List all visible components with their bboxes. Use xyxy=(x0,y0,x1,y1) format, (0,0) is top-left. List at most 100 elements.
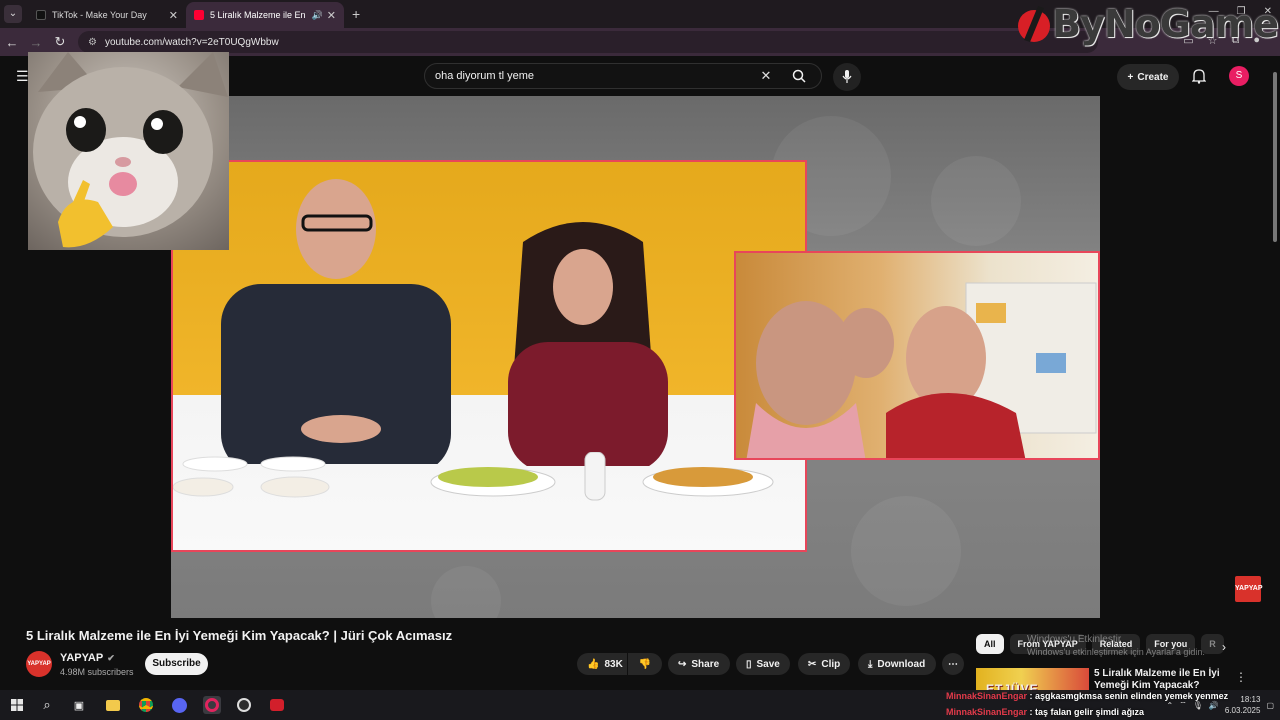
download-icon: ⤓ xyxy=(868,658,873,670)
save-button[interactable]: ▯ Save xyxy=(736,653,790,675)
bookmark-icon: ▯ xyxy=(746,658,752,670)
chat-text: : taş falan gelir şimdi ağıza xyxy=(1029,707,1145,717)
more-icon: ⋯ xyxy=(948,658,958,670)
tab-title: TikTok - Make Your Day xyxy=(52,10,147,20)
like-button[interactable]: 👍 83K xyxy=(577,653,627,675)
host-woman-figure xyxy=(508,222,668,466)
close-tab-icon[interactable]: ✕ xyxy=(169,9,178,22)
clip-button[interactable]: ✂ Clip xyxy=(798,653,850,675)
notification-center-icon[interactable]: ▢ xyxy=(1266,701,1274,710)
taskbar-search-icon[interactable]: ⌕ xyxy=(38,696,56,714)
background-bokeh xyxy=(431,566,501,618)
voice-search-button[interactable] xyxy=(833,63,861,91)
tiktok-icon xyxy=(36,10,46,20)
chrome-icon[interactable] xyxy=(137,696,155,714)
site-settings-icon[interactable]: ⚙ xyxy=(88,37,97,48)
file-explorer-icon[interactable] xyxy=(104,696,122,714)
task-view-icon[interactable]: ▣ xyxy=(70,696,88,714)
chip-for-you[interactable]: For you xyxy=(1146,634,1196,654)
host-man-figure xyxy=(221,179,451,464)
page-scrollbar[interactable] xyxy=(1272,64,1278,692)
like-count: 83K xyxy=(604,658,623,670)
bell-icon xyxy=(1191,69,1207,84)
subscribe-button[interactable]: Subscribe xyxy=(145,653,208,675)
app-red-icon[interactable] xyxy=(268,696,286,714)
microphone-icon xyxy=(842,70,852,83)
forward-icon[interactable]: → xyxy=(24,35,48,50)
clear-search-icon[interactable]: ✕ xyxy=(755,68,777,84)
youtube-icon xyxy=(194,10,204,20)
plus-icon: + xyxy=(1127,71,1134,83)
tab-title: 5 Liralık Malzeme ile En İyi xyxy=(210,10,308,20)
cat-overlay-image xyxy=(28,52,229,250)
channel-watermark-logo[interactable]: YAPYAP xyxy=(1235,576,1263,602)
chevron-right-icon[interactable]: › xyxy=(1222,640,1226,654)
scrollbar-thumb[interactable] xyxy=(1273,72,1277,242)
clip-label: Clip xyxy=(821,658,841,670)
chip-from-channel[interactable]: From YAPYAP xyxy=(1009,634,1086,654)
search-icon xyxy=(792,69,806,83)
channel-avatar[interactable]: YAPYAP xyxy=(26,651,52,677)
save-label: Save xyxy=(756,658,780,670)
create-label: Create xyxy=(1137,71,1169,83)
share-icon: ↪ xyxy=(678,658,687,670)
url-text: youtube.com/watch?v=2eT0UQgWbbw xyxy=(104,36,279,48)
subscriber-count: 4.98M subscribers xyxy=(60,667,134,677)
channel-name[interactable]: YAPYAP ✔ xyxy=(60,652,115,664)
opera-gx-icon[interactable] xyxy=(203,696,221,714)
channel-name-text: YAPYAP xyxy=(60,652,104,664)
discord-icon[interactable] xyxy=(170,696,188,714)
download-button[interactable]: ⤓ Download xyxy=(858,653,936,675)
bynogame-logo: ByNoGame xyxy=(1016,2,1279,46)
background-bokeh xyxy=(851,496,961,606)
chip-related[interactable]: Related xyxy=(1091,634,1141,654)
search-button[interactable] xyxy=(777,64,821,88)
reaction-cam-frame xyxy=(734,251,1100,460)
account-avatar[interactable]: S xyxy=(1229,66,1249,86)
chat-username: MinnakSinanEngar xyxy=(946,691,1028,701)
menu-icon[interactable]: ☰ xyxy=(16,68,29,85)
clock-time: 18:13 xyxy=(1240,695,1261,704)
background-bokeh xyxy=(931,156,1021,246)
video-title: 5 Liralık Malzeme ile En İyi Yemeği Kim … xyxy=(26,628,453,643)
filter-chips: All From YAPYAP Related For you R xyxy=(976,634,1224,654)
close-tab-icon[interactable]: ✕ xyxy=(327,9,336,22)
chat-text: : aşgkasmgkmsa senin elinden yemek yenme… xyxy=(1029,691,1229,701)
share-button[interactable]: ↪ Share xyxy=(668,653,730,675)
back-icon[interactable]: ← xyxy=(0,35,24,50)
verified-icon: ✔ xyxy=(107,652,115,663)
chat-message: MinnakSinanEngar : taş falan gelir şimdi… xyxy=(946,704,1228,720)
share-label: Share xyxy=(691,658,720,670)
search-box[interactable]: oha diyorum tl yeme ✕ xyxy=(424,63,822,89)
tab-search-icon[interactable]: ⌄ xyxy=(4,5,22,23)
thumbs-up-icon: 👍 xyxy=(587,658,600,670)
obs-icon[interactable] xyxy=(235,696,253,714)
tab-youtube[interactable]: 5 Liralık Malzeme ile En İyi 🔊 ✕ xyxy=(186,2,344,28)
logo-text: ByNoGame xyxy=(1052,2,1279,46)
notifications-button[interactable] xyxy=(1191,68,1207,89)
chat-message: MinnakSinanEngar : aşgkasmgkmsa senin el… xyxy=(946,688,1228,704)
more-vert-icon[interactable]: ⋮ xyxy=(1235,670,1247,684)
search-input[interactable]: oha diyorum tl yeme xyxy=(435,70,755,82)
new-tab-button[interactable]: + xyxy=(352,6,360,22)
windows-start-icon[interactable] xyxy=(8,696,26,714)
speaker-icon[interactable]: 🔊 xyxy=(312,10,323,21)
dislike-button[interactable]: 👎 xyxy=(628,653,662,675)
chip-all[interactable]: All xyxy=(976,634,1004,654)
address-bar[interactable]: ⚙ youtube.com/watch?v=2eT0UQgWbbw xyxy=(78,31,1098,53)
more-actions-button[interactable]: ⋯ xyxy=(942,653,964,675)
system-clock[interactable]: 18:13 6.03.2025 xyxy=(1225,694,1261,716)
bynogame-mark-icon xyxy=(1016,4,1052,44)
chip-more[interactable]: R xyxy=(1201,634,1224,654)
table-with-food xyxy=(173,452,774,501)
scissors-icon: ✂ xyxy=(808,658,817,670)
video-player[interactable] xyxy=(171,96,1100,618)
create-button[interactable]: + Create xyxy=(1117,64,1179,90)
reload-icon[interactable]: ↻ xyxy=(48,34,72,50)
reaction-people-figures xyxy=(746,282,1097,458)
tab-tiktok[interactable]: TikTok - Make Your Day ✕ xyxy=(28,2,186,28)
main-video-frame xyxy=(171,160,807,552)
thumbs-down-icon: 👎 xyxy=(638,658,652,670)
chat-username: MinnakSinanEngar xyxy=(946,707,1028,717)
stream-chat-overlay: MinnakSinanEngar : aşgkasmgkmsa senin el… xyxy=(946,688,1228,720)
